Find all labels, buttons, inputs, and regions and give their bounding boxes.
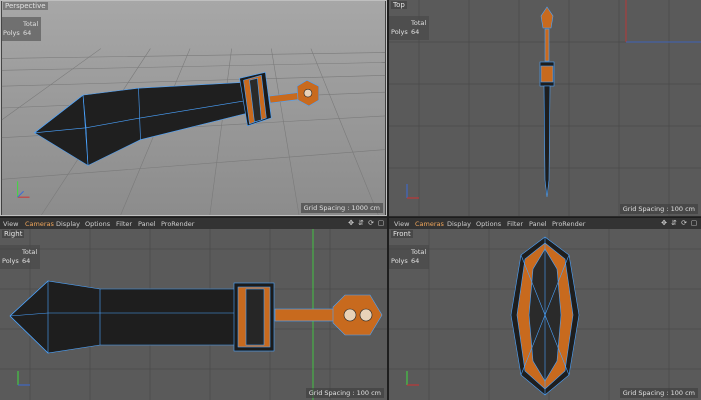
menu-prorender[interactable]: ProRender — [552, 220, 585, 228]
rotate-view-icon[interactable]: ⟳ — [367, 219, 375, 227]
menu-prorender[interactable]: ProRender — [161, 220, 194, 228]
grid-spacing-readout: Grid Spacing : 100 cm — [305, 388, 384, 398]
menu-view[interactable]: View — [394, 220, 409, 228]
move-view-icon[interactable]: ✥ — [347, 219, 355, 227]
maximize-view-icon[interactable]: ▢ — [690, 219, 698, 227]
menu-cameras[interactable]: Cameras — [25, 220, 54, 228]
move-view-icon[interactable]: ✥ — [660, 219, 668, 227]
menu-view[interactable]: View — [3, 220, 18, 228]
menu-panel[interactable]: Panel — [529, 220, 547, 228]
perspective-viewport[interactable]: Perspective Total Polys 64 Grid Spacing … — [0, 0, 387, 216]
menu-filter[interactable]: Filter — [116, 220, 132, 228]
view-nav-icons: ✥ ⇵ ⟳ ▢ — [660, 219, 698, 227]
menu-display[interactable]: Display — [447, 220, 471, 228]
rotate-view-icon[interactable]: ⟳ — [680, 219, 688, 227]
viewport-divider[interactable] — [387, 0, 389, 400]
front-viewport[interactable]: Front Total Polys 64 Grid Spacing : 100 … — [389, 229, 701, 400]
maximize-view-icon[interactable]: ▢ — [377, 219, 385, 227]
viewport-label: Perspective — [3, 2, 48, 10]
right-viewport[interactable]: Right Total Polys 64 Grid Spacing : 100 … — [0, 229, 387, 400]
viewport-menubar: View Cameras Display Options Filter Pane… — [389, 217, 701, 229]
top-viewport[interactable]: Top Total Polys 64 Grid Spacing : 100 cm — [389, 0, 701, 216]
menu-options[interactable]: Options — [476, 220, 501, 228]
poly-stats: Total Polys 64 — [0, 245, 40, 269]
guard-front-mesh — [510, 236, 580, 396]
poly-stats: Total Polys 64 — [1, 17, 41, 41]
top-scene — [389, 0, 701, 216]
poly-stats: Total Polys 64 — [389, 245, 429, 269]
menu-options[interactable]: Options — [85, 220, 110, 228]
scale-view-icon[interactable]: ⇵ — [670, 219, 678, 227]
grid-spacing-readout: Grid Spacing : 100 cm — [619, 388, 698, 398]
right-scene — [0, 229, 387, 400]
menu-cameras[interactable]: Cameras — [415, 220, 444, 228]
grid-spacing-readout: Grid Spacing : 1000 cm — [300, 203, 383, 213]
viewport-label: Front — [391, 230, 413, 238]
menu-display[interactable]: Display — [56, 220, 80, 228]
view-nav-icons: ✥ ⇵ ⟳ ▢ — [347, 219, 385, 227]
poly-stats: Total Polys 64 — [389, 16, 429, 40]
viewport-label: Top — [391, 1, 407, 9]
front-scene — [389, 229, 701, 400]
menu-panel[interactable]: Panel — [138, 220, 156, 228]
scale-view-icon[interactable]: ⇵ — [357, 219, 365, 227]
viewport-label: Right — [2, 230, 25, 238]
menu-filter[interactable]: Filter — [507, 220, 523, 228]
grid-spacing-readout: Grid Spacing : 100 cm — [619, 204, 698, 214]
perspective-scene — [1, 1, 386, 215]
viewport-menubar: View Cameras Display Options Filter Pane… — [0, 217, 388, 229]
